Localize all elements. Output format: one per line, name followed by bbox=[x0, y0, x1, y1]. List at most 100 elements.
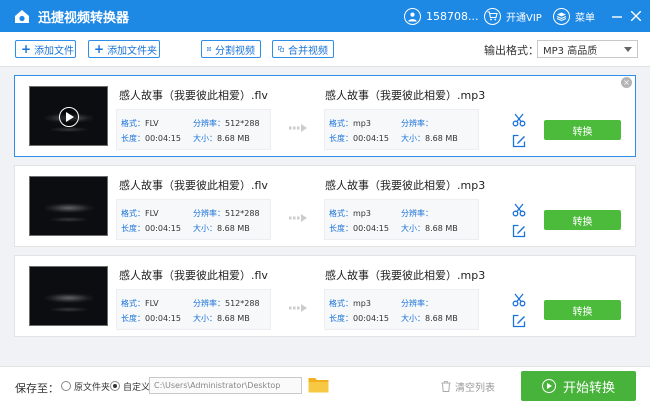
source-file-name: 感人故事（我要彼此相爱）.flv bbox=[119, 269, 268, 282]
app-title: 迅捷视频转换器 bbox=[38, 11, 130, 26]
scissors-icon[interactable] bbox=[512, 203, 526, 217]
output-format: 格式：mp3 bbox=[329, 119, 371, 128]
output-size: 大小：8.68 MB bbox=[401, 224, 458, 233]
split-video-label: 分割视频 bbox=[215, 45, 255, 57]
video-thumbnail[interactable] bbox=[29, 86, 108, 146]
output-file-name: 感人故事（我要彼此相爱）.mp3 bbox=[325, 179, 486, 192]
custom-folder-label: 自定义 bbox=[123, 383, 151, 393]
remove-icon[interactable]: × bbox=[621, 77, 632, 88]
user-account[interactable]: 158708... bbox=[404, 7, 478, 25]
edit-icon[interactable] bbox=[512, 134, 526, 148]
output-file-name: 感人故事（我要彼此相爱）.mp3 bbox=[325, 269, 486, 282]
video-thumbnail[interactable] bbox=[29, 176, 108, 236]
save-to-label: 保存至： bbox=[15, 382, 59, 395]
thumbnail-glow bbox=[50, 307, 88, 312]
folder-icon[interactable] bbox=[308, 376, 329, 393]
merge-video-button[interactable]: 合并视频 bbox=[272, 40, 334, 58]
output-size: 大小：8.68 MB bbox=[401, 314, 458, 323]
output-info-panel: 格式：mp3 分辨率： 长度：00:04:15 大小：8.68 MB bbox=[324, 289, 479, 330]
arrow-right-icon bbox=[289, 124, 309, 132]
play-icon[interactable] bbox=[59, 107, 79, 127]
edit-icon[interactable] bbox=[512, 314, 526, 328]
output-resolution: 分辨率： bbox=[401, 209, 433, 218]
menu-button[interactable]: 菜单 bbox=[553, 7, 595, 25]
output-format: 格式：mp3 bbox=[329, 209, 371, 218]
start-convert-label: 开始转换 bbox=[562, 380, 615, 396]
scissors-icon[interactable] bbox=[512, 113, 526, 127]
convert-button[interactable]: 转换 bbox=[544, 300, 621, 320]
save-path-input[interactable]: C:\Users\Administrator\Desktop bbox=[149, 377, 302, 394]
output-format-select[interactable]: MP3 高品质 bbox=[537, 40, 638, 58]
add-folder-label: 添加文件夹 bbox=[107, 45, 158, 57]
source-resolution: 分辨率：512*288 bbox=[193, 299, 260, 308]
toolbar: + 添加文件 + 添加文件夹 分割视频 合并视频 输出格式： MP3 高品质 bbox=[0, 32, 650, 66]
source-format: 格式：FLV bbox=[121, 299, 159, 308]
file-row[interactable]: 感人故事（我要彼此相爱）.flv 格式：FLV 分辨率：512*288 长度：0… bbox=[14, 255, 636, 337]
merge-video-label: 合并视频 bbox=[288, 45, 328, 57]
source-duration: 长度：00:04:15 bbox=[121, 314, 181, 323]
source-info-panel: 格式：FLV 分辨率：512*288 长度：00:04:15 大小：8.68 M… bbox=[116, 199, 271, 240]
thumbnail-glow bbox=[50, 127, 88, 132]
add-file-label: 添加文件 bbox=[34, 45, 75, 57]
radio-custom-folder[interactable] bbox=[110, 381, 120, 391]
source-size: 大小：8.68 MB bbox=[193, 134, 250, 143]
original-folder-label: 原文件夹 bbox=[74, 383, 111, 393]
cart-icon bbox=[484, 7, 501, 25]
output-format-value: MP3 高品质 bbox=[543, 45, 598, 57]
app-logo-icon bbox=[15, 10, 29, 23]
source-info-panel: 格式：FLV 分辨率：512*288 长度：00:04:15 大小：8.68 M… bbox=[116, 289, 271, 330]
split-video-button[interactable]: 分割视频 bbox=[201, 40, 261, 58]
bottom-bar: 保存至： 原文件夹 自定义 C:\Users\Administrator\Des… bbox=[0, 366, 650, 407]
radio-original-folder[interactable] bbox=[61, 381, 71, 391]
output-duration: 长度：00:04:15 bbox=[329, 134, 389, 143]
output-duration: 长度：00:04:15 bbox=[329, 314, 389, 323]
user-icon bbox=[404, 7, 421, 25]
convert-button[interactable]: 转换 bbox=[544, 120, 621, 140]
trash-icon bbox=[441, 381, 451, 392]
add-file-button[interactable]: + 添加文件 bbox=[15, 40, 76, 58]
play-icon bbox=[541, 379, 556, 393]
output-resolution: 分辨率： bbox=[401, 119, 433, 128]
source-format: 格式：FLV bbox=[121, 209, 159, 218]
output-file-name: 感人故事（我要彼此相爱）.mp3 bbox=[325, 89, 486, 102]
menu-icon bbox=[553, 7, 570, 25]
source-size: 大小：8.68 MB bbox=[193, 224, 250, 233]
output-size: 大小：8.68 MB bbox=[401, 134, 458, 143]
source-info-panel: 格式：FLV 分辨率：512*288 长度：00:04:15 大小：8.68 M… bbox=[116, 109, 271, 150]
scissors-icon[interactable] bbox=[512, 293, 526, 307]
minimize-icon[interactable] bbox=[609, 8, 625, 24]
source-duration: 长度：00:04:15 bbox=[121, 134, 181, 143]
output-info-panel: 格式：mp3 分辨率： 长度：00:04:15 大小：8.68 MB bbox=[324, 109, 479, 150]
source-size: 大小：8.68 MB bbox=[193, 314, 250, 323]
user-id: 158708... bbox=[426, 9, 479, 23]
thumbnail-glow bbox=[44, 293, 94, 303]
output-format: 格式：mp3 bbox=[329, 299, 371, 308]
vip-button[interactable]: 开通VIP bbox=[484, 7, 542, 25]
convert-button[interactable]: 转换 bbox=[544, 210, 621, 230]
output-resolution: 分辨率： bbox=[401, 299, 433, 308]
thumbnail-glow bbox=[44, 203, 94, 213]
video-thumbnail[interactable] bbox=[29, 266, 108, 326]
file-row[interactable]: 感人故事（我要彼此相爱）.flv 格式：FLV 分辨率：512*288 长度：0… bbox=[14, 75, 636, 157]
edit-icon[interactable] bbox=[512, 224, 526, 238]
source-format: 格式：FLV bbox=[121, 119, 159, 128]
clear-list-button[interactable]: 清空列表 bbox=[441, 379, 495, 394]
split-icon bbox=[207, 47, 211, 51]
file-row[interactable]: 感人故事（我要彼此相爱）.flv 格式：FLV 分辨率：512*288 长度：0… bbox=[14, 165, 636, 247]
close-icon[interactable] bbox=[628, 8, 644, 24]
source-resolution: 分辨率：512*288 bbox=[193, 119, 260, 128]
thumbnail-glow bbox=[50, 217, 88, 222]
output-format-label: 输出格式： bbox=[484, 44, 539, 57]
source-duration: 长度：00:04:15 bbox=[121, 224, 181, 233]
add-folder-button[interactable]: + 添加文件夹 bbox=[88, 40, 160, 58]
plus-icon: + bbox=[94, 42, 105, 56]
vip-label: 开通VIP bbox=[506, 12, 542, 24]
chevron-down-icon bbox=[624, 47, 632, 52]
start-convert-button[interactable]: 开始转换 bbox=[521, 371, 636, 401]
file-list: 感人故事（我要彼此相爱）.flv 格式：FLV 分辨率：512*288 长度：0… bbox=[0, 66, 650, 366]
merge-icon bbox=[278, 46, 284, 52]
clear-list-label: 清空列表 bbox=[455, 383, 495, 394]
source-file-name: 感人故事（我要彼此相爱）.flv bbox=[119, 179, 268, 192]
source-file-name: 感人故事（我要彼此相爱）.flv bbox=[119, 89, 268, 102]
output-duration: 长度：00:04:15 bbox=[329, 224, 389, 233]
